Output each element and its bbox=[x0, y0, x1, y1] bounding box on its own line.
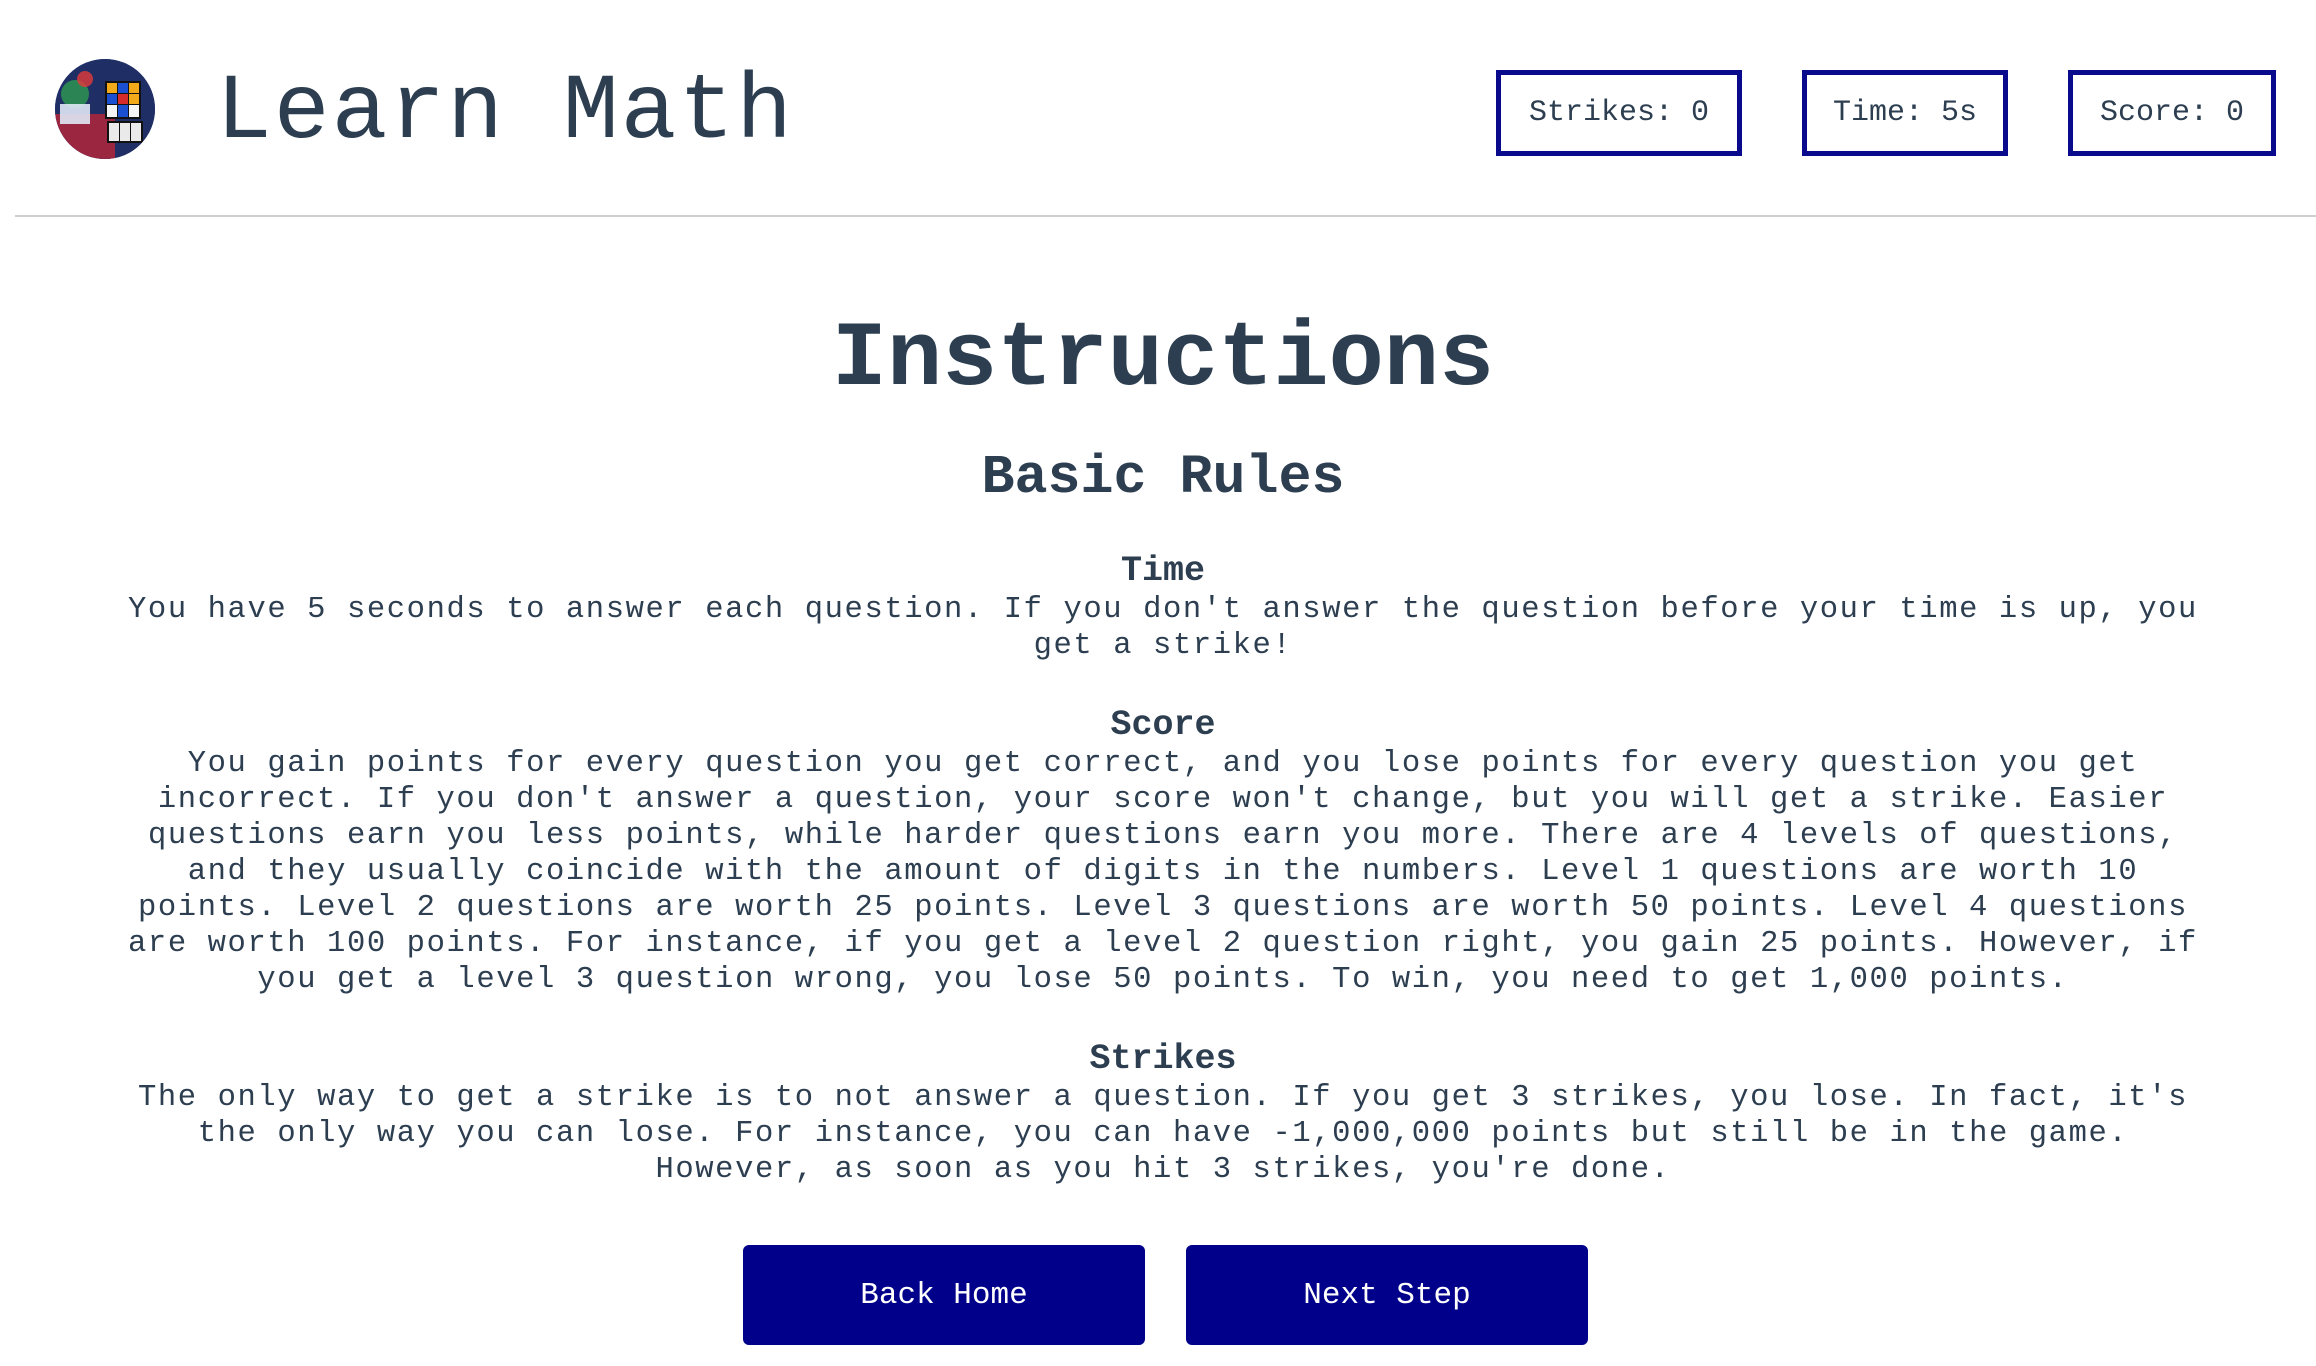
app-title: Learn Math bbox=[216, 60, 795, 165]
strikes-counter: Strikes: 0 bbox=[1496, 70, 1742, 156]
rule-text: You gain points for every question you g… bbox=[128, 747, 2198, 997]
time-counter: Time: 5s bbox=[1802, 70, 2008, 156]
rule-score: Score You gain points for every question… bbox=[118, 704, 2208, 998]
rule-text: You have 5 seconds to answer each questi… bbox=[128, 593, 2198, 663]
page-title: Instructions bbox=[831, 307, 1495, 412]
navigation-buttons: Back Home Next Step bbox=[743, 1245, 1588, 1345]
logo-avatar[interactable] bbox=[55, 59, 155, 159]
rule-time: Time You have 5 seconds to answer each q… bbox=[118, 550, 2208, 664]
app-header: Learn Math Strikes: 0 Time: 5s Score: 0 bbox=[0, 0, 2316, 216]
rule-text: The only way to get a strike is to not a… bbox=[137, 1081, 2188, 1187]
rule-heading: Strikes bbox=[1089, 1039, 1237, 1079]
rule-strikes: Strikes The only way to get a strike is … bbox=[118, 1038, 2208, 1188]
rule-heading: Score bbox=[1110, 705, 1216, 745]
section-title: Basic Rules bbox=[981, 446, 1345, 509]
header-divider bbox=[15, 215, 2316, 217]
next-step-button[interactable]: Next Step bbox=[1186, 1245, 1588, 1345]
instructions-content: Instructions Basic Rules Time You have 5… bbox=[118, 300, 2208, 1188]
rule-heading: Time bbox=[1120, 551, 1205, 591]
back-home-button[interactable]: Back Home bbox=[743, 1245, 1145, 1345]
score-counter: Score: 0 bbox=[2068, 70, 2276, 156]
rubiks-cube-icon bbox=[55, 59, 155, 159]
